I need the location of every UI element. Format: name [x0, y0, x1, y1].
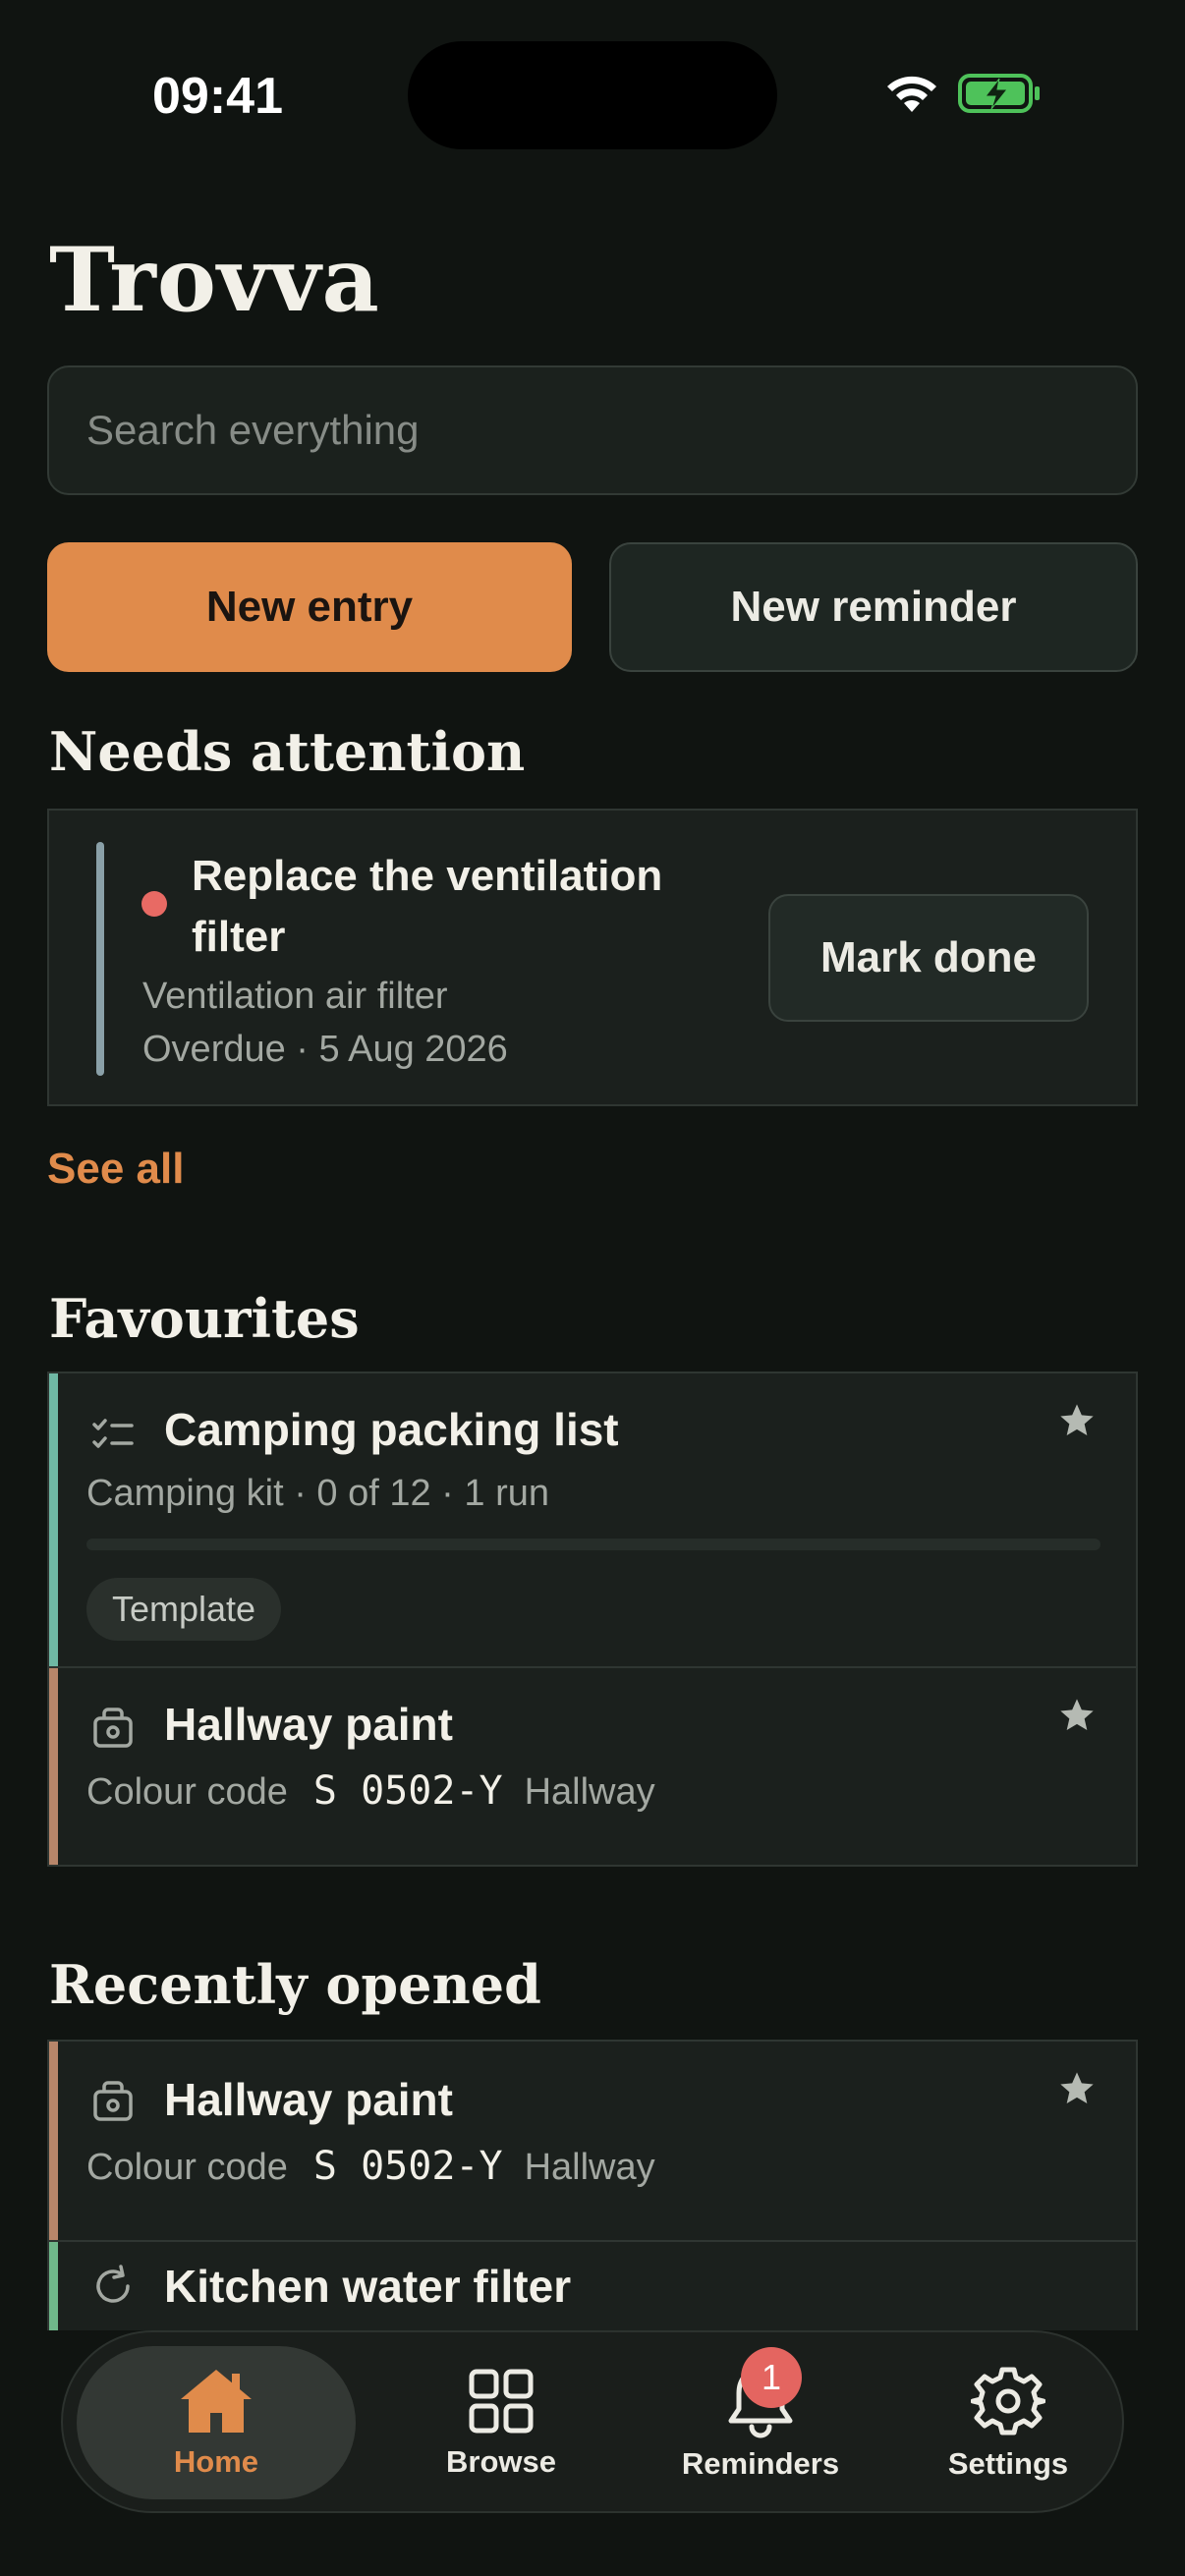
- tab-home[interactable]: Home: [77, 2346, 356, 2499]
- recent-item-kitchen-water-filter[interactable]: Kitchen water filter: [47, 2240, 1138, 2330]
- template-tag: Template: [86, 1578, 282, 1641]
- colour-code-label: Colour code: [86, 1771, 288, 1813]
- attention-item-subtitle: Ventilation air filter: [142, 976, 448, 1017]
- attention-item-due: Overdue · 5 Aug 2026: [142, 1029, 508, 1070]
- colour-code-value: S 0502-Y: [312, 1768, 503, 1814]
- new-reminder-button[interactable]: New reminder: [609, 542, 1138, 672]
- search-bar[interactable]: [47, 365, 1138, 495]
- card-accent-bar: [49, 2042, 58, 2240]
- star-icon[interactable]: [1057, 1401, 1097, 1440]
- wifi-icon: [887, 76, 936, 112]
- tab-settings[interactable]: Settings: [894, 2346, 1122, 2499]
- colour-code-value: S 0502-Y: [312, 2144, 503, 2189]
- tab-label: Home: [173, 2444, 259, 2479]
- search-input[interactable]: [49, 367, 1136, 493]
- star-icon[interactable]: [1057, 1696, 1097, 1735]
- card-details: Colour code S 0502-Y Hallway: [86, 2144, 655, 2189]
- location-label: Hallway: [524, 2147, 655, 2188]
- favourite-item-camping-packing-list[interactable]: Camping packing list Camping kit · 0 of …: [47, 1372, 1138, 1668]
- recently-opened-heading: Recently opened: [49, 1953, 541, 2016]
- card-title: Hallway paint: [164, 1699, 453, 1750]
- favourite-item-hallway-paint[interactable]: Hallway paint Colour code S 0502-Y Hallway: [47, 1666, 1138, 1867]
- tab-label: Settings: [947, 2446, 1069, 2481]
- card-details: Colour code S 0502-Y Hallway: [86, 1768, 655, 1814]
- gear-icon: [971, 2367, 1045, 2436]
- recent-item-hallway-paint[interactable]: Hallway paint Colour code S 0502-Y Hallway: [47, 2040, 1138, 2242]
- grid-icon: [469, 2369, 534, 2434]
- tab-label: Browse: [446, 2444, 556, 2479]
- star-icon[interactable]: [1057, 2069, 1097, 2108]
- card-title: Kitchen water filter: [164, 2261, 572, 2312]
- tab-browse[interactable]: Browse: [383, 2346, 619, 2499]
- card-title: Camping packing list: [164, 1404, 619, 1455]
- needs-attention-heading: Needs attention: [49, 720, 526, 783]
- favourites-heading: Favourites: [49, 1287, 360, 1350]
- app-title: Trovva: [49, 228, 380, 332]
- tab-bar: Home Browse Reminders Settings: [61, 2330, 1124, 2513]
- status-time: 09:41: [152, 68, 283, 125]
- attention-accent-bar: [96, 842, 104, 1076]
- colour-code-label: Colour code: [86, 2147, 288, 2188]
- card-accent-bar: [49, 1373, 58, 1666]
- overdue-status-dot: [141, 891, 167, 917]
- progress-track: [86, 1539, 1100, 1550]
- reminders-badge: 1: [741, 2347, 802, 2408]
- attention-item-title: Replace the ventilation filter: [192, 852, 663, 961]
- location-label: Hallway: [524, 1771, 655, 1813]
- new-entry-button[interactable]: New entry: [47, 542, 572, 672]
- dynamic-island: [408, 41, 777, 149]
- card-title: Hallway paint: [164, 2074, 453, 2125]
- home-icon: [181, 2370, 252, 2433]
- paint-bucket-icon: [93, 2081, 133, 2121]
- card-accent-bar: [49, 2242, 58, 2330]
- tab-label: Reminders: [681, 2446, 840, 2481]
- mark-done-button[interactable]: Mark done: [768, 894, 1089, 1022]
- battery-charging-icon: [958, 74, 1040, 113]
- refresh-icon: [96, 2265, 130, 2303]
- see-all-link[interactable]: See all: [47, 1145, 184, 1194]
- checklist-icon: [92, 1419, 134, 1448]
- card-accent-bar: [49, 1668, 58, 1865]
- paint-bucket-icon: [93, 1708, 133, 1748]
- card-meta: Camping kit · 0 of 12 · 1 run: [86, 1473, 549, 1514]
- attention-card[interactable]: Replace the ventilation filter Ventilati…: [47, 809, 1138, 1106]
